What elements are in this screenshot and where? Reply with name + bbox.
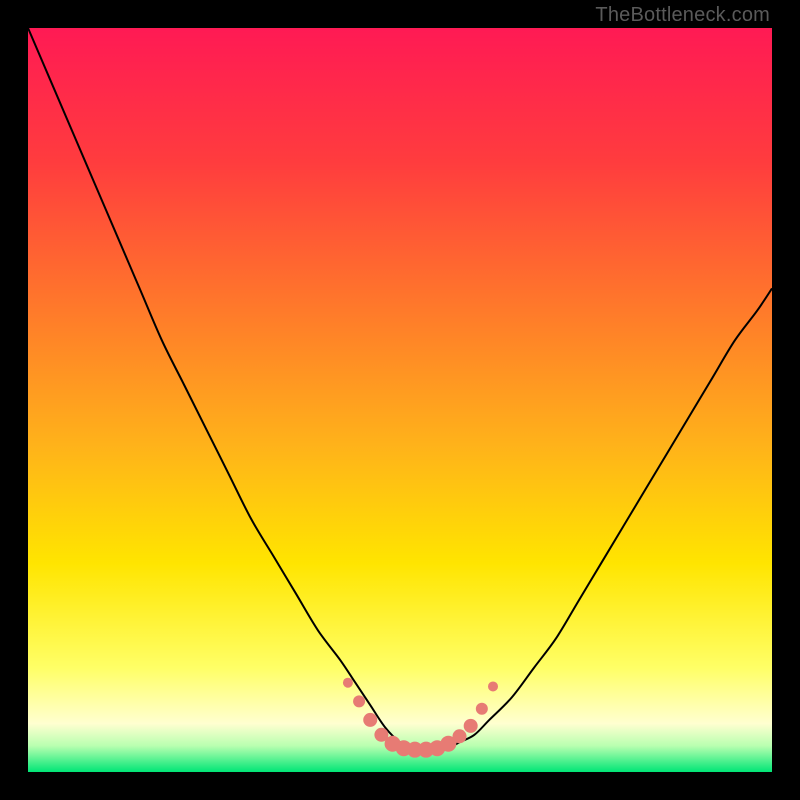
marker-dot <box>343 678 353 688</box>
plot-area <box>28 28 772 772</box>
marker-dot <box>488 681 498 691</box>
marker-dot <box>464 719 478 733</box>
marker-dot <box>453 729 467 743</box>
marker-dot <box>353 695 365 707</box>
marker-dot <box>363 713 377 727</box>
watermark-text: TheBottleneck.com <box>595 4 770 27</box>
marker-dot <box>476 703 488 715</box>
gradient-background <box>28 28 772 772</box>
chart-svg <box>28 28 772 772</box>
outer-frame: TheBottleneck.com <box>0 0 800 800</box>
